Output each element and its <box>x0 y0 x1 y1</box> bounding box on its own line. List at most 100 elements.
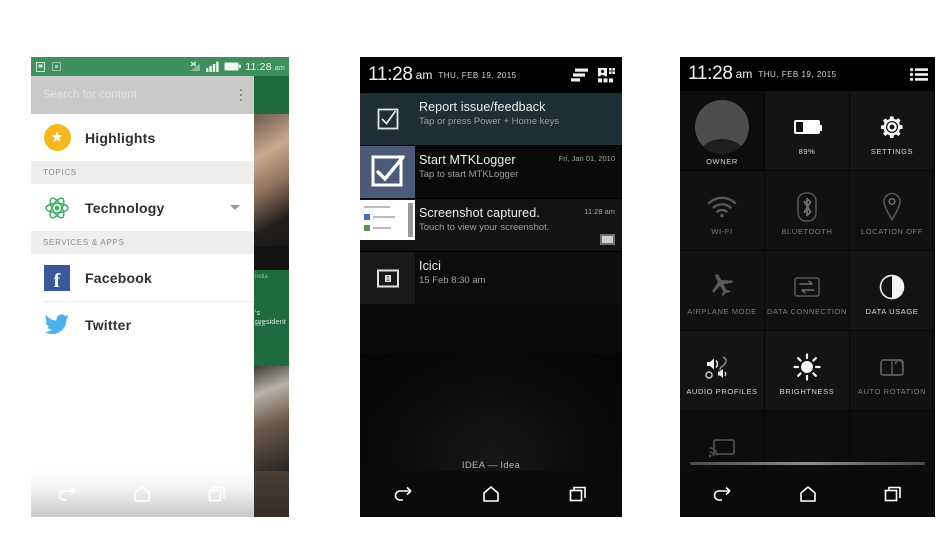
wifi-icon <box>707 189 737 225</box>
battery-icon <box>794 109 822 145</box>
notification-subtitle: Touch to view your screenshot. <box>419 222 550 233</box>
status-bar-system-icons: 11:28 am <box>189 57 285 76</box>
notification-subtitle: Tap to start MTKLogger <box>419 169 519 180</box>
navigation-drawer: Search for content ★ Highlights TOPICS T… <box>31 76 254 517</box>
news-status-bar: 11:28 am <box>31 57 289 76</box>
app-icon <box>52 62 61 71</box>
home-icon[interactable] <box>798 485 818 503</box>
notification-item[interactable]: Report issue/feedback Tap or press Power… <box>360 93 622 145</box>
user-avatar-icon <box>695 99 749 155</box>
qs-tile-brightness[interactable]: BRIGHTNESS <box>765 331 850 411</box>
atom-icon <box>43 194 71 222</box>
qs-tile-bluetooth[interactable]: BLUETOOTH <box>765 171 850 251</box>
quick-settings-grid: OWNER 89% SETTINGS WI-FI BLUETOOTH LOCAT… <box>680 91 935 491</box>
qs-tile-audio-profiles[interactable]: AUDIO PROFILES <box>680 331 765 411</box>
notification-subtitle: 15 Feb 8:30 am <box>419 275 486 286</box>
qs-tile-battery[interactable]: 89% <box>765 91 850 171</box>
recents-icon[interactable] <box>883 485 903 503</box>
home-icon[interactable] <box>481 485 501 503</box>
drawer-item-label: Technology <box>85 199 165 216</box>
search-bar[interactable]: Search for content <box>31 76 254 114</box>
qs-tile-location[interactable]: LOCATION OFF <box>850 171 935 251</box>
qs-tile-settings[interactable]: SETTINGS <box>850 91 935 171</box>
drawer-item-label: Facebook <box>85 269 152 286</box>
airplane-icon <box>708 269 736 305</box>
gear-icon <box>878 109 906 145</box>
article-photo-2 <box>254 366 289 471</box>
phone-screenshot-news-app: india 's president tota 11:28 am Search … <box>31 57 289 517</box>
notification-item[interactable]: Screenshot captured. Touch to view your … <box>360 199 622 251</box>
home-icon[interactable] <box>132 485 152 503</box>
checkbox-checked-icon <box>360 146 415 198</box>
qs-tile-label: DATA CONNECTION <box>767 306 847 316</box>
qs-tile-label: OWNER <box>706 156 738 166</box>
section-header-services-apps: SERVICES & APPS <box>31 231 254 254</box>
shade-clock-ampm: am <box>415 68 433 82</box>
article-photo-3 <box>254 471 289 517</box>
checkbox-icon <box>360 93 415 145</box>
location-pin-icon <box>881 189 903 225</box>
notification-body: Report issue/feedback Tap or press Power… <box>415 93 622 145</box>
system-navigation-bar <box>31 471 254 517</box>
search-input-placeholder[interactable]: Search for content <box>43 89 234 101</box>
pie-chart-icon <box>879 269 905 305</box>
qs-tile-label: AIRPLANE MODE <box>687 306 757 316</box>
qs-tile-data-usage[interactable]: DATA USAGE <box>850 251 935 331</box>
section-header-topics: TOPICS <box>31 161 254 184</box>
back-icon[interactable] <box>58 486 78 503</box>
shade-date: THU, FEB 19, 2015 <box>438 70 517 80</box>
notification-title: Report issue/feedback <box>419 100 546 114</box>
notification-body: Icici 15 Feb 8:30 am <box>415 252 622 304</box>
notification-item[interactable]: Start MTKLogger Tap to start MTKLogger F… <box>360 146 622 198</box>
drawer-item-twitter[interactable]: Twitter <box>31 301 254 348</box>
qs-tile-label: LOCATION OFF <box>860 226 924 236</box>
qs-tile-data-connection[interactable]: DATA CONNECTION <box>765 251 850 331</box>
notification-list: Report issue/feedback Tap or press Power… <box>360 93 622 304</box>
qs-tile-auto-rotation[interactable]: AUTO ROTATION <box>850 331 935 411</box>
twitter-icon <box>43 311 71 339</box>
recents-icon[interactable] <box>568 485 588 503</box>
shade-header-actions <box>571 67 615 83</box>
notification-subtitle: Tap or press Power + Home keys <box>419 116 560 127</box>
qs-header-actions <box>910 67 928 81</box>
brightness-sun-icon <box>793 349 821 385</box>
facebook-icon: f <box>43 264 71 292</box>
drawer-item-technology[interactable]: Technology <box>31 184 254 231</box>
article-sub-fragment: india <box>255 274 268 280</box>
status-bar-clock: 11:28 am <box>245 60 285 73</box>
notification-item[interactable]: 1 Icici 15 Feb 8:30 am <box>360 252 622 304</box>
clear-all-icon[interactable] <box>571 68 588 82</box>
speaker-icon <box>705 349 739 385</box>
qs-clock: 11:28 <box>688 63 733 84</box>
back-icon[interactable] <box>713 486 733 503</box>
chevron-down-icon[interactable] <box>230 205 240 210</box>
drawer-item-facebook[interactable]: f Facebook <box>31 254 254 301</box>
article-dark-strip <box>254 246 289 270</box>
signal-bars-icon <box>206 61 219 72</box>
notification-list-icon[interactable] <box>910 67 928 81</box>
qs-tile-label: DATA USAGE <box>865 306 919 316</box>
data-transfer-icon <box>794 269 820 305</box>
qs-tile-airplane-mode[interactable]: AIRPLANE MODE <box>680 251 765 331</box>
quick-settings-scrollbar[interactable] <box>690 462 925 465</box>
star-icon: ★ <box>43 124 71 152</box>
qs-tile-label: BLUETOOTH <box>781 226 833 236</box>
overflow-menu-icon[interactable] <box>234 85 248 106</box>
qs-tile-owner[interactable]: OWNER <box>680 91 765 171</box>
shade-clock: 11:28 <box>368 64 413 85</box>
notification-shade-header: 11:28 am THU, FEB 19, 2015 <box>360 57 622 93</box>
calendar-icon: 1 <box>360 252 415 304</box>
cast-screen-icon <box>709 430 735 466</box>
quick-settings-icon[interactable] <box>598 67 615 83</box>
drawer-item-label: Twitter <box>85 316 132 333</box>
back-icon[interactable] <box>394 486 414 503</box>
svg-text:1: 1 <box>386 276 390 283</box>
screenshot-stage: india 's president tota 11:28 am Search … <box>0 0 950 550</box>
drawer-item-highlights[interactable]: ★ Highlights <box>31 114 254 161</box>
qs-tile-wifi[interactable]: WI-FI <box>680 171 765 251</box>
system-navigation-bar <box>360 471 622 517</box>
qs-tile-label: SETTINGS <box>870 146 914 156</box>
battery-icon <box>224 62 242 71</box>
screenshot-preview-icon <box>600 234 615 245</box>
recents-icon[interactable] <box>207 485 227 503</box>
